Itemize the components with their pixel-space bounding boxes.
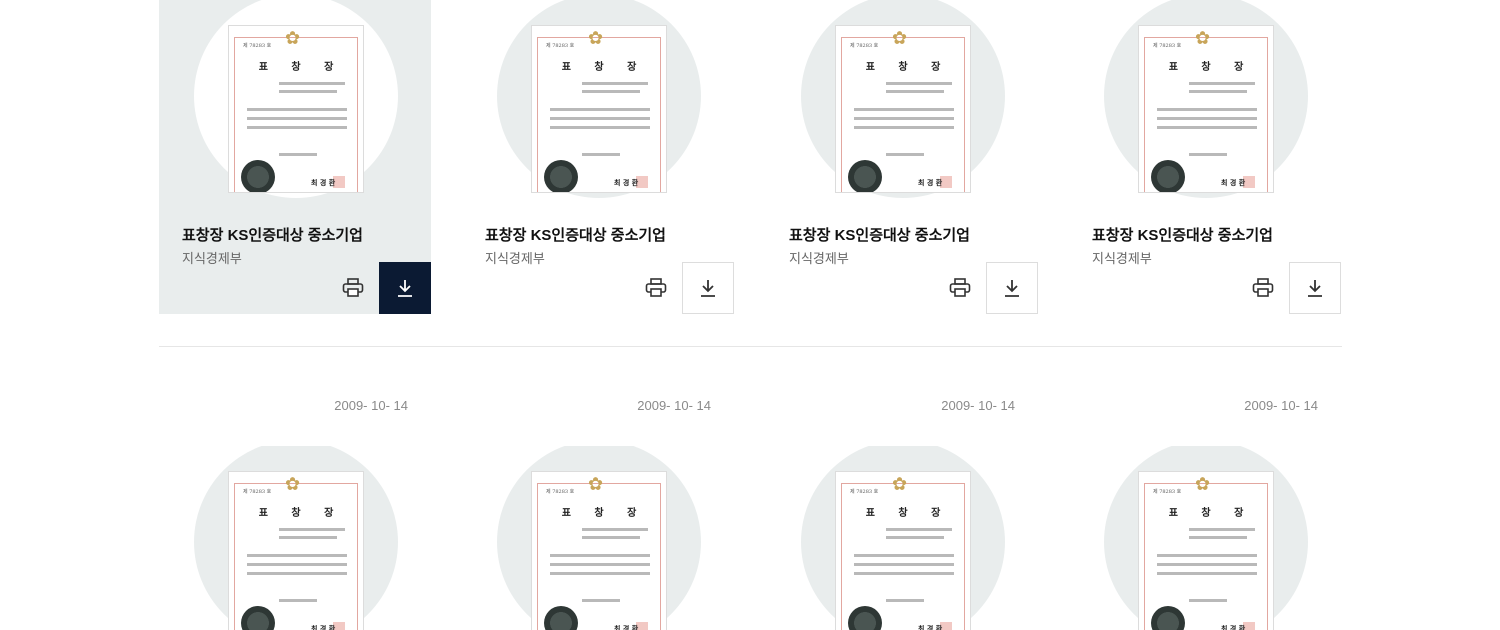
award-card[interactable]: ✿ 제 78283 호 표 창 장 최 경 환 bbox=[1069, 446, 1341, 630]
printer-icon bbox=[342, 278, 364, 297]
award-date: 2009- 10- 14 bbox=[334, 398, 408, 413]
certificate-heading: 표 창 장 bbox=[258, 508, 344, 519]
printer-icon bbox=[1252, 278, 1274, 297]
award-card[interactable]: ✿ 제 78283 호 표 창 장 최 경 환 표창장 KS인증대상 중소기업 … bbox=[766, 0, 1038, 314]
certificate-thumbnail[interactable]: ✿ 제 78283 호 표 창 장 최 경 환 bbox=[229, 472, 363, 630]
award-card[interactable]: ✿ 제 78283 호 표 창 장 최 경 환 표창장 KS인증대상 중소기업 … bbox=[462, 0, 734, 314]
certificate-heading: 표 창 장 bbox=[561, 508, 647, 519]
certificate-thumbnail[interactable]: ✿ 제 78283 호 표 창 장 최 경 환 bbox=[1139, 26, 1273, 192]
download-icon bbox=[1005, 280, 1019, 297]
download-button[interactable] bbox=[1289, 262, 1341, 314]
award-date: 2009- 10- 14 bbox=[941, 398, 1015, 413]
certificate-heading: 표 창 장 bbox=[561, 62, 647, 73]
certificate-signer: 최 경 환 bbox=[1221, 624, 1246, 630]
emblem-icon: ✿ bbox=[285, 28, 301, 49]
certificate-thumbnail[interactable]: ✿ 제 78283 호 표 창 장 최 경 환 bbox=[1139, 472, 1273, 630]
award-title: 표창장 KS인증대상 중소기업 bbox=[182, 227, 363, 244]
emblem-icon: ✿ bbox=[588, 28, 604, 49]
award-title: 표창장 KS인증대상 중소기업 bbox=[1092, 227, 1273, 244]
certificate-heading: 표 창 장 bbox=[1168, 62, 1254, 73]
seal-icon bbox=[1151, 160, 1185, 192]
download-button[interactable] bbox=[379, 262, 431, 314]
download-button[interactable] bbox=[682, 262, 734, 314]
emblem-icon: ✿ bbox=[892, 28, 908, 49]
download-icon bbox=[701, 280, 715, 297]
certificate-thumbnail[interactable]: ✿ 제 78283 호 표 창 장 최 경 환 bbox=[532, 26, 666, 192]
seal-icon bbox=[241, 160, 275, 192]
award-card[interactable]: ✿ 제 78283 호 표 창 장 최 경 환 bbox=[159, 446, 431, 630]
certificate-heading: 표 창 장 bbox=[258, 62, 344, 73]
download-icon bbox=[1308, 280, 1322, 297]
certificate-heading: 표 창 장 bbox=[865, 62, 951, 73]
certificate-signer: 최 경 환 bbox=[918, 178, 943, 187]
printer-icon bbox=[949, 278, 971, 297]
certificate-signer: 최 경 환 bbox=[311, 624, 336, 630]
row-divider bbox=[159, 346, 1342, 347]
award-organization: 지식경제부 bbox=[182, 251, 242, 266]
certificate-signer: 최 경 환 bbox=[614, 178, 639, 187]
award-card[interactable]: ✿ 제 78283 호 표 창 장 최 경 환 bbox=[462, 446, 734, 630]
certificate-signer: 최 경 환 bbox=[311, 178, 336, 187]
emblem-icon: ✿ bbox=[1195, 474, 1211, 495]
certificate-thumbnail[interactable]: ✿ 제 78283 호 표 창 장 최 경 환 bbox=[836, 472, 970, 630]
certificate-signer: 최 경 환 bbox=[614, 624, 639, 630]
certificate-heading: 표 창 장 bbox=[865, 508, 951, 519]
award-title: 표창장 KS인증대상 중소기업 bbox=[789, 227, 970, 244]
emblem-icon: ✿ bbox=[285, 474, 301, 495]
award-organization: 지식경제부 bbox=[789, 251, 849, 266]
certificate-heading: 표 창 장 bbox=[1168, 508, 1254, 519]
seal-icon bbox=[544, 160, 578, 192]
print-button[interactable] bbox=[327, 262, 379, 314]
award-card[interactable]: ✿ 제 78283 호 표 창 장 최 경 환 표창장 KS인증대상 중소기업 … bbox=[159, 0, 431, 314]
award-organization: 지식경제부 bbox=[485, 251, 545, 266]
emblem-icon: ✿ bbox=[892, 474, 908, 495]
emblem-icon: ✿ bbox=[1195, 28, 1211, 49]
printer-icon bbox=[645, 278, 667, 297]
emblem-icon: ✿ bbox=[588, 474, 604, 495]
download-icon bbox=[398, 280, 412, 297]
seal-icon bbox=[848, 160, 882, 192]
print-button[interactable] bbox=[630, 262, 682, 314]
award-date: 2009- 10- 14 bbox=[637, 398, 711, 413]
certificate-thumbnail[interactable]: ✿ 제 78283 호 표 창 장 최 경 환 bbox=[532, 472, 666, 630]
award-card[interactable]: ✿ 제 78283 호 표 창 장 최 경 환 bbox=[766, 446, 1038, 630]
award-date: 2009- 10- 14 bbox=[1244, 398, 1318, 413]
print-button[interactable] bbox=[1237, 262, 1289, 314]
award-organization: 지식경제부 bbox=[1092, 251, 1152, 266]
certificate-signer: 최 경 환 bbox=[918, 624, 943, 630]
print-button[interactable] bbox=[934, 262, 986, 314]
certificate-signer: 최 경 환 bbox=[1221, 178, 1246, 187]
award-card[interactable]: ✿ 제 78283 호 표 창 장 최 경 환 표창장 KS인증대상 중소기업 … bbox=[1069, 0, 1341, 314]
download-button[interactable] bbox=[986, 262, 1038, 314]
certificate-thumbnail[interactable]: ✿ 제 78283 호 표 창 장 최 경 환 bbox=[229, 26, 363, 192]
award-title: 표창장 KS인증대상 중소기업 bbox=[485, 227, 666, 244]
certificate-thumbnail[interactable]: ✿ 제 78283 호 표 창 장 최 경 환 bbox=[836, 26, 970, 192]
